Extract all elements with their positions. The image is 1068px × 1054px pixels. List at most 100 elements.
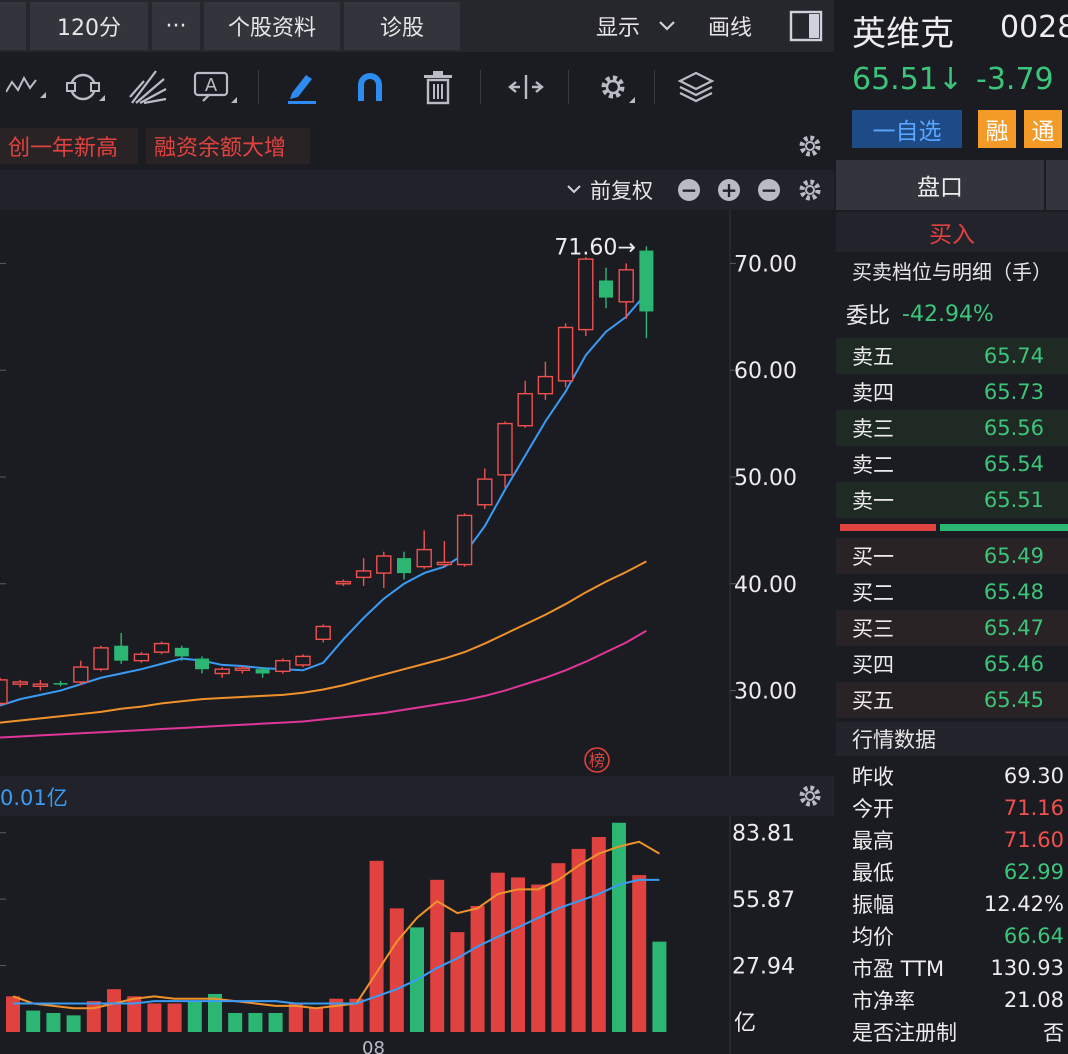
- candle-body: [174, 647, 189, 657]
- diagnose-button[interactable]: 诊股: [344, 2, 460, 50]
- volume-bar: [430, 879, 445, 1032]
- candle-body: [32, 683, 49, 687]
- period-button[interactable]: 120分: [30, 2, 148, 50]
- zigzag-line-icon[interactable]: [0, 54, 56, 120]
- bid-level-row[interactable]: 买三 65.47: [836, 610, 1068, 646]
- tab-order-book[interactable]: 盘口: [836, 160, 1044, 210]
- top-toolbar: 120分 ··· 个股资料 诊股 显示 画线: [0, 0, 834, 52]
- market-data-title: 行情数据: [836, 722, 1068, 756]
- high-price-label: 71.60→: [554, 235, 635, 260]
- trash-icon[interactable]: [410, 54, 466, 120]
- ranking-marker-text: 榜: [589, 751, 605, 770]
- volume-bar: [127, 996, 142, 1032]
- magnet-icon[interactable]: [342, 54, 398, 120]
- minus-icon[interactable]: −: [678, 179, 700, 201]
- ask-level-label: 卖四: [852, 381, 894, 405]
- ask-level-row[interactable]: 卖五 65.74: [836, 338, 1068, 374]
- volume-bar: [511, 877, 525, 1032]
- layers-icon[interactable]: [668, 54, 724, 120]
- split-handle-icon[interactable]: [498, 54, 554, 120]
- candle-body: [397, 558, 411, 574]
- margin-badge[interactable]: 融: [978, 110, 1016, 148]
- candle: [335, 579, 352, 586]
- bid-level-price: 65.47: [983, 616, 1044, 640]
- candle: [295, 654, 311, 668]
- price-tick-label: 60.00: [734, 359, 797, 384]
- candle-body: [214, 668, 230, 675]
- cycle-icon[interactable]: [56, 54, 112, 120]
- candle-body: [255, 669, 270, 674]
- bid-level-row[interactable]: 买二 65.48: [836, 574, 1068, 610]
- candlestick-chart[interactable]: 70.00 60.00 50.00 40.00 30.00 71.60→ 榜: [0, 210, 834, 776]
- ranking-marker[interactable]: 榜: [584, 747, 610, 773]
- chevron-down-icon: [567, 185, 581, 194]
- candle: [53, 680, 68, 687]
- candle: [497, 421, 513, 488]
- fibonacci-fan-icon[interactable]: [120, 54, 176, 120]
- chevron-down-icon[interactable]: [652, 2, 682, 50]
- candle-body: [557, 326, 574, 382]
- bid-level-row[interactable]: 买四 65.46: [836, 646, 1068, 682]
- profile-button[interactable]: 个股资料: [204, 2, 340, 50]
- display-button[interactable]: 显示: [586, 2, 650, 50]
- stock-change: -3.79: [976, 62, 1054, 97]
- adjust-label: 前复权: [590, 179, 653, 203]
- gear-icon[interactable]: [586, 54, 642, 120]
- volume-header: 0.01亿: [0, 776, 834, 816]
- tab-next[interactable]: [1046, 160, 1068, 210]
- pencil-icon[interactable]: [274, 54, 330, 120]
- market-data-row: 市盈 TTM 130.93: [836, 952, 1068, 984]
- toolbar-divider: [654, 70, 655, 104]
- text-annotation-icon[interactable]: A: [188, 54, 244, 120]
- candle: [133, 652, 150, 663]
- market-data-value: 21.08: [1003, 988, 1064, 1012]
- market-data-value: 66.64: [1003, 924, 1064, 948]
- ask-level-row[interactable]: 卖四 65.73: [836, 374, 1068, 410]
- bid-level-row[interactable]: 买一 65.49: [836, 538, 1068, 574]
- volume-bar: [632, 875, 647, 1032]
- volume-chart[interactable]: 83.81 55.87 27.94 亿 08: [0, 816, 834, 1054]
- layout-panel-icon[interactable]: [784, 2, 828, 50]
- gear-icon[interactable]: [796, 176, 824, 208]
- volume-bar: [652, 941, 667, 1032]
- draw-button[interactable]: 画线: [698, 2, 762, 50]
- bid-level-price: 65.49: [983, 544, 1044, 568]
- candle: [73, 660, 89, 686]
- toolbar-divider: [568, 70, 569, 104]
- stock-price: 65.51↓: [852, 62, 964, 97]
- candle-body: [73, 666, 89, 683]
- ask-level-row[interactable]: 卖一 65.51: [836, 482, 1068, 518]
- zoom-out-icon[interactable]: −: [758, 179, 780, 201]
- ask-level-price: 65.54: [983, 452, 1044, 476]
- volume-bar: [268, 1012, 283, 1032]
- candle-body: [537, 375, 554, 395]
- buy-button[interactable]: 买入: [836, 212, 1068, 252]
- connect-badge[interactable]: 通: [1024, 110, 1062, 148]
- market-data-label: 均价: [852, 925, 894, 949]
- volume-bar: [288, 1003, 303, 1032]
- candle: [12, 679, 28, 688]
- gear-icon[interactable]: [796, 132, 824, 164]
- volume-tick-label: 27.94: [732, 955, 795, 980]
- candle-body: [153, 642, 170, 653]
- order-book-title: 买卖档位与明细（手）: [852, 259, 1052, 284]
- ask-level-row[interactable]: 卖三 65.56: [836, 410, 1068, 446]
- ask-level-label: 卖三: [852, 417, 894, 441]
- candle-body: [416, 548, 432, 568]
- plus-icon[interactable]: +: [718, 179, 740, 201]
- toolbar-prev-segment[interactable]: [0, 2, 26, 50]
- market-data-value: 71.16: [1003, 796, 1064, 820]
- candle-body: [355, 570, 372, 579]
- more-button[interactable]: ···: [152, 2, 200, 50]
- ask-level-row[interactable]: 卖二 65.54: [836, 446, 1068, 482]
- volume-bar: [591, 837, 606, 1032]
- order-ratio-row: 委比 -42.94%: [836, 296, 1068, 332]
- gear-icon[interactable]: [796, 782, 824, 814]
- tag-margin-increase[interactable]: 融资余额大增: [146, 128, 310, 164]
- market-data-row: 市净率 21.08: [836, 984, 1068, 1016]
- adjust-dropdown[interactable]: 前复权: [566, 176, 653, 204]
- bid-level-label: 买二: [852, 581, 894, 605]
- add-watchlist-button[interactable]: 一自选: [852, 110, 962, 148]
- bid-level-row[interactable]: 买五 65.45: [836, 682, 1068, 718]
- tag-new-high[interactable]: 创一年新高: [0, 128, 138, 164]
